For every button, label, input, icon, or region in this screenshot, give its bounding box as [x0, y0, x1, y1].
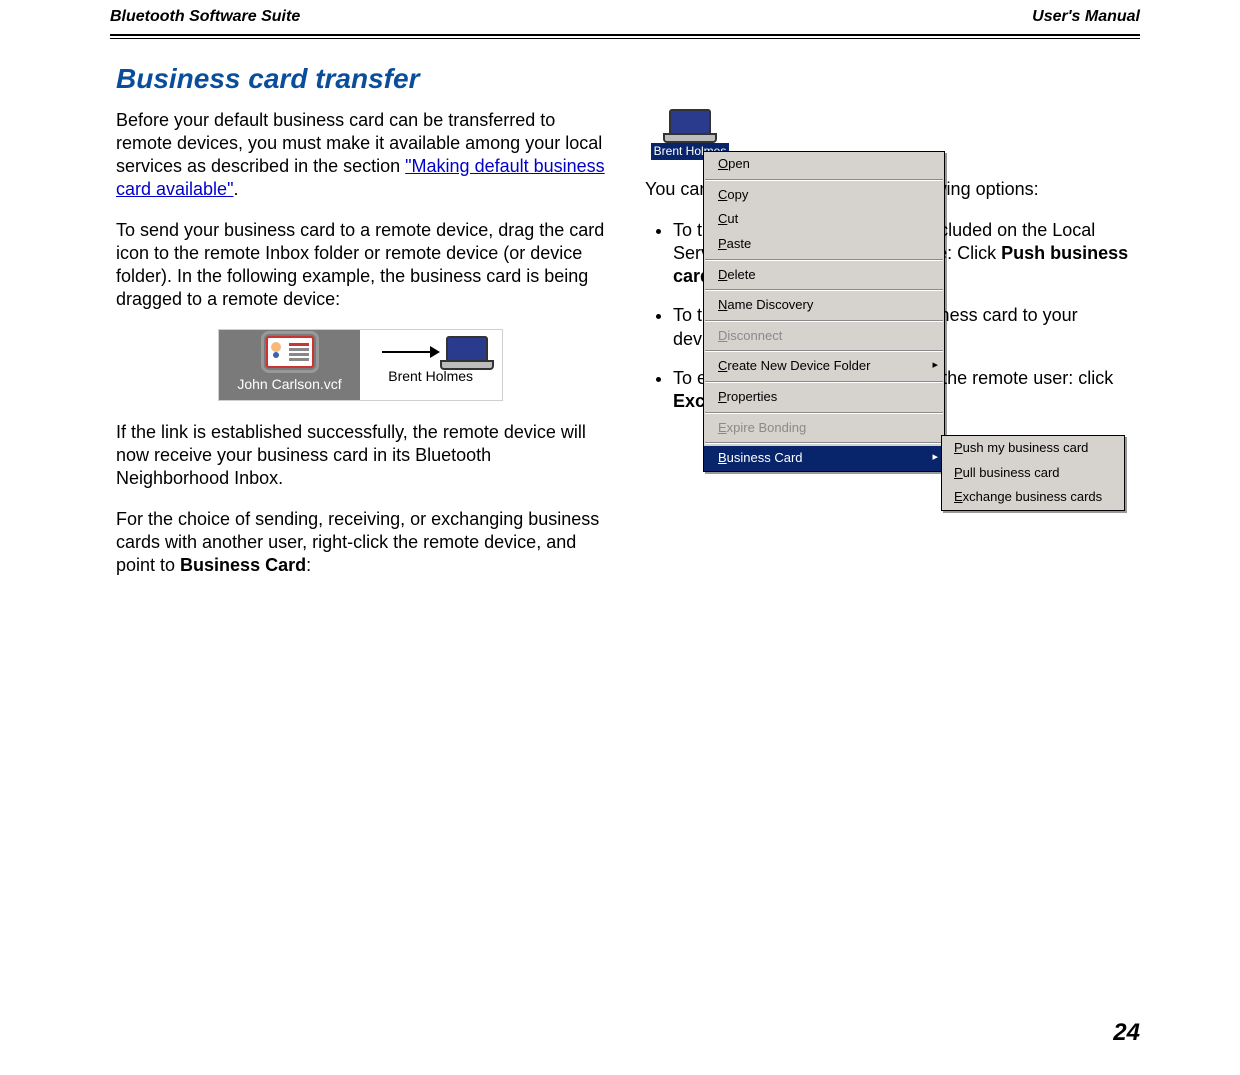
- menu-item-properties[interactable]: Properties: [704, 385, 944, 410]
- remote-device-name: Brent Holmes: [388, 368, 473, 386]
- section-title: Business card transfer: [116, 63, 1140, 95]
- business-card-submenu[interactable]: Push my business cardPull business cardE…: [941, 435, 1125, 511]
- menu-item-disconnect: Disconnect: [704, 324, 944, 349]
- laptop-icon: [446, 336, 488, 364]
- menu-item-name-discovery[interactable]: Name Discovery: [704, 293, 944, 318]
- menu-separator: [705, 259, 943, 261]
- drag-box: John Carlson.vcf Brent Holmes: [218, 329, 502, 401]
- menu-separator: [705, 412, 943, 414]
- manual-page: Bluetooth Software Suite User's Manual B…: [0, 0, 1240, 1075]
- right-column: Brent Holmes OpenCopyCutPasteDeleteName …: [645, 109, 1134, 595]
- drag-illustration: John Carlson.vcf Brent Holmes: [116, 329, 605, 401]
- menu-item-delete[interactable]: Delete: [704, 263, 944, 288]
- header-left: Bluetooth Software Suite: [110, 8, 300, 26]
- paragraph-result: If the link is established successfully,…: [116, 421, 605, 490]
- menu-item-business-card[interactable]: Business Card: [704, 446, 944, 471]
- text: :: [306, 555, 311, 575]
- paragraph-intro: Before your default business card can be…: [116, 109, 605, 201]
- submenu-item-pull-business-card[interactable]: Pull business card: [942, 461, 1124, 486]
- submenu-item-exchange-business-cards[interactable]: Exchange business cards: [942, 485, 1124, 510]
- menu-item-paste[interactable]: Paste: [704, 232, 944, 257]
- vcard-filename: John Carlson.vcf: [237, 376, 341, 394]
- drag-icon-row: [266, 336, 314, 376]
- header-rule-thin: [110, 38, 1140, 39]
- context-menu-figure: Brent Holmes OpenCopyCutPasteDeleteName …: [645, 109, 1123, 160]
- left-column: Before your default business card can be…: [116, 109, 605, 595]
- laptop-wrap: [446, 336, 488, 368]
- drag-source: John Carlson.vcf: [219, 330, 359, 400]
- context-menu[interactable]: Open CopyCutPaste Delete Name Discovery Disc…: [703, 151, 945, 472]
- drag-target: Brent Holmes: [360, 330, 502, 400]
- menu-separator: [705, 350, 943, 352]
- menu-item-create-new-device-folder[interactable]: Create New Device Folder: [704, 354, 944, 379]
- menu-separator: [705, 442, 943, 444]
- menu-item-cut[interactable]: Cut: [704, 207, 944, 232]
- paragraph-choice: For the choice of sending, receiving, or…: [116, 508, 605, 577]
- menu-separator: [705, 289, 943, 291]
- page-header: Bluetooth Software Suite User's Manual: [110, 8, 1140, 32]
- menu-item-copy[interactable]: Copy: [704, 183, 944, 208]
- menu-item-expire-bonding: Expire Bonding: [704, 416, 944, 441]
- menu-separator: [705, 179, 943, 181]
- paragraph-howto: To send your business card to a remote d…: [116, 219, 605, 311]
- menu-separator: [705, 320, 943, 322]
- menu-separator: [705, 381, 943, 383]
- header-rule-thick: [110, 34, 1140, 36]
- drag-target-row: [374, 336, 488, 368]
- text: .: [233, 179, 238, 199]
- laptop-icon: [669, 109, 711, 137]
- vcard-icon: [266, 336, 314, 368]
- header-right: User's Manual: [1032, 8, 1140, 26]
- menu-item-open[interactable]: Open: [704, 152, 944, 177]
- two-columns: Before your default business card can be…: [110, 109, 1140, 595]
- submenu-item-push-my-business-card[interactable]: Push my business card: [942, 436, 1124, 461]
- page-number: 24: [1113, 1019, 1140, 1047]
- bold-business-card: Business Card: [180, 555, 306, 575]
- arrow-right-icon: [382, 351, 438, 353]
